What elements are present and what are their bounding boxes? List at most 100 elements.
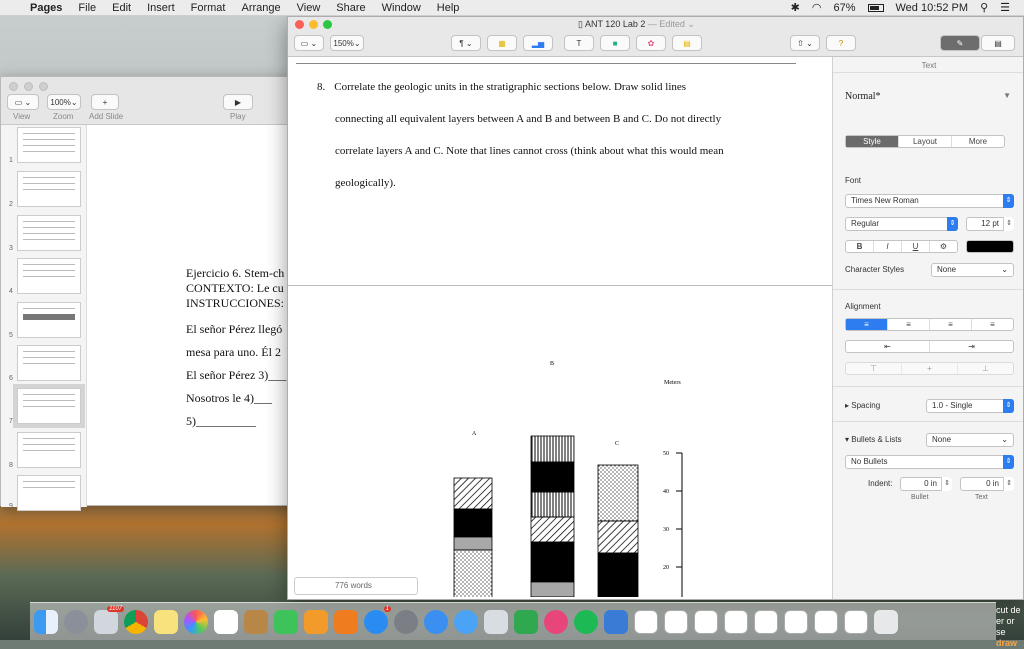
add-slide-button[interactable]: + [91, 94, 119, 110]
underline-button[interactable]: U [902, 241, 930, 252]
spotlight-icon[interactable]: ⚲ [980, 1, 988, 14]
finder-icon[interactable] [34, 609, 58, 634]
chart-button[interactable]: ▂▅ [523, 35, 553, 51]
align-left-button[interactable]: ≡ [846, 319, 888, 330]
keynote-icon[interactable] [604, 609, 628, 634]
bullets-lists-label[interactable]: ▾ Bullets & Lists [845, 435, 902, 444]
align-middle-button[interactable]: + [902, 363, 958, 374]
slide-thumbnail[interactable] [17, 171, 81, 207]
share-button[interactable]: ⇧ ⌄ [790, 35, 820, 51]
slide-thumbnail[interactable] [17, 475, 81, 511]
numbers-icon[interactable] [514, 609, 538, 634]
zoom-button[interactable] [39, 82, 48, 91]
calendar-icon[interactable] [214, 609, 238, 634]
play-button[interactable]: ▶ [223, 94, 253, 110]
slide-thumbnail[interactable] [17, 258, 81, 294]
view-button[interactable]: ▭ ⌄ [7, 94, 39, 110]
font-size-field[interactable]: 12 pt ⇕ [966, 217, 1014, 231]
itunes-icon[interactable] [544, 609, 568, 634]
bluetooth-icon[interactable]: ✱ [791, 1, 800, 14]
spotify-icon[interactable] [574, 609, 598, 634]
tab-style[interactable]: Style [846, 136, 899, 147]
chrome-icon[interactable] [124, 609, 148, 634]
bold-button[interactable]: B [846, 241, 874, 252]
word-count[interactable]: 776 words [294, 577, 418, 595]
wifi-icon[interactable]: ◠ [812, 1, 822, 14]
slide-thumbnail[interactable] [17, 345, 81, 381]
slide-thumbnail-selected[interactable] [13, 384, 85, 428]
spacing-label[interactable]: ▸ Spacing [845, 401, 880, 410]
photos-icon[interactable] [184, 609, 208, 634]
zoom-menu[interactable]: 150% ⌄ [330, 35, 364, 51]
menu-format[interactable]: Format [191, 2, 226, 14]
text-color-well[interactable] [966, 240, 1014, 253]
tips-button[interactable]: ? [826, 35, 856, 51]
bullet-indent-field[interactable]: 0 in ⇕ [900, 477, 952, 491]
app-store-icon[interactable]: 1 [364, 605, 391, 634]
battery-percent[interactable]: 67% [833, 2, 855, 14]
document-window-icon[interactable] [634, 609, 658, 634]
format-button[interactable]: ✎ [940, 35, 980, 51]
bullet-style-select[interactable]: No Bullets ⇕ [845, 455, 1014, 469]
align-bottom-button[interactable]: ⊥ [958, 363, 1013, 374]
tab-more[interactable]: More [952, 136, 1004, 147]
close-button[interactable] [295, 20, 304, 29]
align-top-button[interactable]: ⊤ [846, 363, 902, 374]
bullets-select[interactable]: None ⌄ [926, 433, 1014, 447]
text-indent-field[interactable]: 0 in ⇕ [960, 477, 1014, 491]
insert-button[interactable]: ¶ ⌄ [451, 35, 481, 51]
minimize-button[interactable] [24, 82, 33, 91]
italic-button[interactable]: I [874, 241, 902, 252]
table-button[interactable]: ▦ [487, 35, 517, 51]
decrease-indent-button[interactable]: ⇤ [846, 341, 930, 352]
system-preferences-icon[interactable] [394, 609, 418, 634]
menu-file[interactable]: File [78, 2, 96, 14]
app-menu[interactable]: Pages [30, 2, 62, 14]
paragraph-style-menu[interactable]: Normal* ▼ [845, 91, 1015, 102]
align-right-button[interactable]: ≡ [930, 319, 972, 330]
document-window-icon[interactable] [724, 609, 748, 634]
stratigraphic-figure[interactable]: B A C Meters 50 40 30 20 [288, 347, 832, 597]
question-8[interactable]: 8. Correlate the geologic units in the st… [317, 71, 724, 199]
document-window-icon[interactable] [814, 609, 838, 634]
clock[interactable]: Wed 10:52 PM [896, 2, 969, 14]
font-family-select[interactable]: Times New Roman ⇕ [845, 194, 1014, 208]
justify-button[interactable]: ≡ [972, 319, 1013, 330]
spacing-select[interactable]: 1.0 - Single ⇕ [926, 399, 1014, 413]
document-title[interactable]: ▯ ANT 120 Lab 2 — Edited ⌄ [578, 19, 695, 30]
pages-icon[interactable] [304, 609, 328, 634]
increase-indent-button[interactable]: ⇥ [930, 341, 1013, 352]
view-button[interactable]: ▭ ⌄ [294, 35, 324, 51]
zoom-menu[interactable]: 100% ⌄ [47, 94, 81, 110]
menu-arrange[interactable]: Arrange [241, 2, 280, 14]
menu-insert[interactable]: Insert [147, 2, 175, 14]
slide-thumbnail[interactable] [17, 302, 81, 338]
menu-share[interactable]: Share [336, 2, 365, 14]
preview-icon[interactable] [484, 609, 508, 634]
typeface-select[interactable]: Regular ⇕ [845, 217, 958, 231]
document-window-icon[interactable] [784, 609, 808, 634]
document-window-icon[interactable] [754, 609, 778, 634]
tab-layout[interactable]: Layout [899, 136, 952, 147]
shape-button[interactable]: ■ [600, 35, 630, 51]
align-center-button[interactable]: ≡ [888, 319, 930, 330]
document-inspector-button[interactable]: ▤ [981, 35, 1015, 51]
text-options-button[interactable]: ⚙ [930, 241, 957, 252]
close-button[interactable] [9, 82, 18, 91]
menu-edit[interactable]: Edit [112, 2, 131, 14]
notes-icon[interactable] [154, 609, 178, 634]
zoom-button[interactable] [323, 20, 332, 29]
menu-window[interactable]: Window [382, 2, 421, 14]
comment-button[interactable]: ▤ [672, 35, 702, 51]
trash-icon[interactable] [874, 609, 898, 634]
document-window-icon[interactable] [694, 609, 718, 634]
document-window-icon[interactable] [844, 609, 868, 634]
character-styles-select[interactable]: None ⌄ [931, 263, 1014, 277]
mail-icon[interactable]: 1107 [94, 605, 124, 634]
safari-icon[interactable] [424, 609, 448, 634]
media-button[interactable]: ✿ [636, 35, 666, 51]
ibooks-icon[interactable] [334, 609, 358, 634]
menu-help[interactable]: Help [437, 2, 460, 14]
facetime-icon[interactable] [274, 609, 298, 634]
notification-center-icon[interactable]: ☰ [1000, 1, 1010, 14]
